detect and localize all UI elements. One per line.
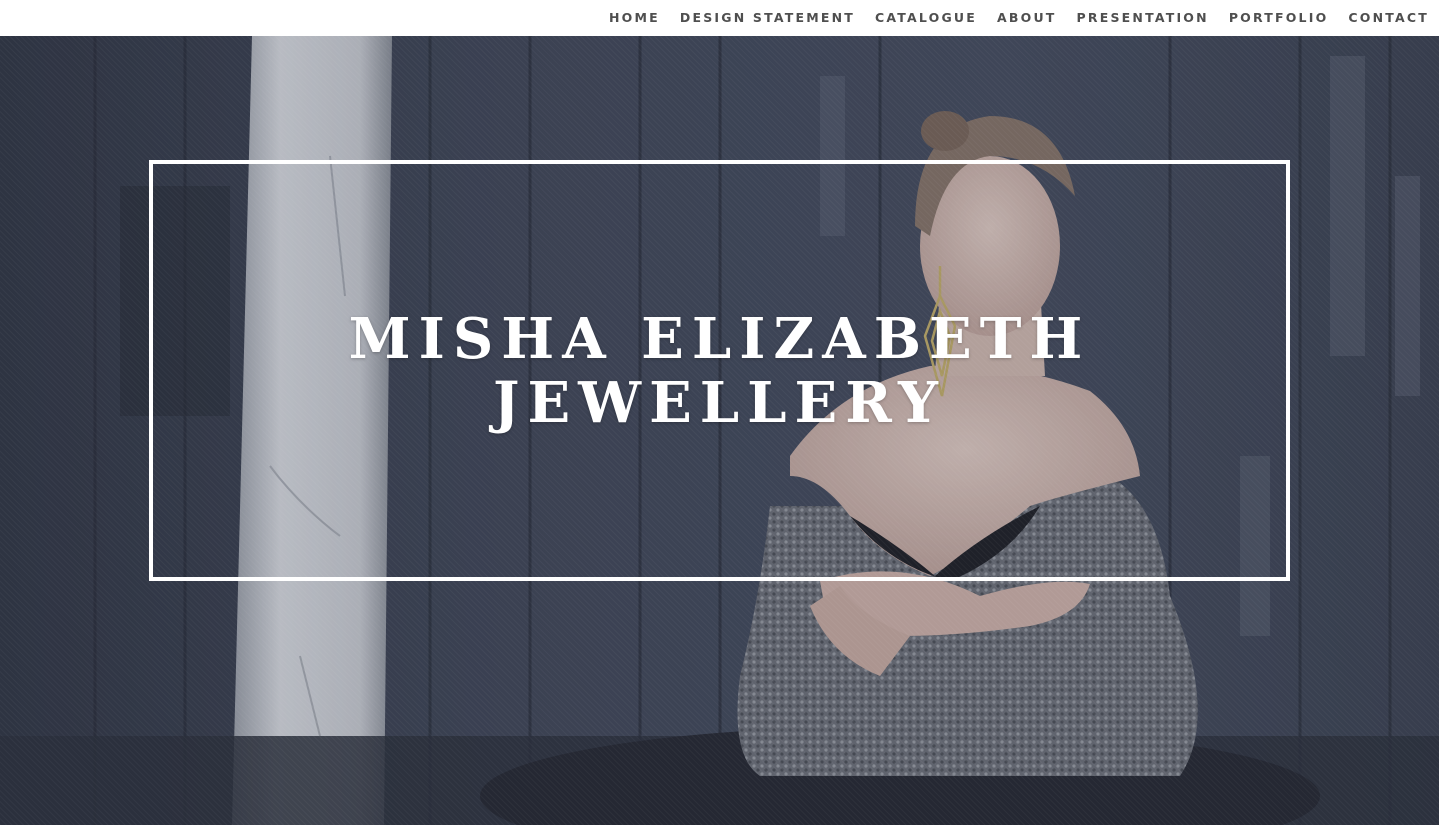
nav-item-portfolio: PORTFOLIO <box>1229 9 1329 27</box>
nav-link-catalogue[interactable]: CATALOGUE <box>875 10 977 25</box>
nav-item-contact: CONTACT <box>1348 9 1429 27</box>
hero-title-line-1: MISHA ELIZABETH <box>348 305 1091 372</box>
nav-item-catalogue: CATALOGUE <box>875 9 977 27</box>
hero-section: MISHA ELIZABETH JEWELLERY <box>0 36 1439 825</box>
nav-link-about[interactable]: ABOUT <box>997 10 1057 25</box>
nav-link-home[interactable]: HOME <box>609 10 660 25</box>
nav-list: HOME DESIGN STATEMENT CATALOGUE ABOUT PR… <box>609 0 1429 36</box>
nav-item-about: ABOUT <box>997 9 1057 27</box>
nav-link-contact[interactable]: CONTACT <box>1348 10 1429 25</box>
nav-item-home: HOME <box>609 9 660 27</box>
nav-link-portfolio[interactable]: PORTFOLIO <box>1229 10 1329 25</box>
top-navigation-bar: HOME DESIGN STATEMENT CATALOGUE ABOUT PR… <box>0 0 1439 36</box>
hero-title-frame: MISHA ELIZABETH JEWELLERY <box>149 160 1290 581</box>
nav-item-presentation: PRESENTATION <box>1077 9 1209 27</box>
nav-link-design-statement[interactable]: DESIGN STATEMENT <box>680 10 855 25</box>
nav-item-design-statement: DESIGN STATEMENT <box>680 9 855 27</box>
hero-title-line-2: JEWELLERY <box>493 369 946 436</box>
nav-link-presentation[interactable]: PRESENTATION <box>1077 10 1209 25</box>
